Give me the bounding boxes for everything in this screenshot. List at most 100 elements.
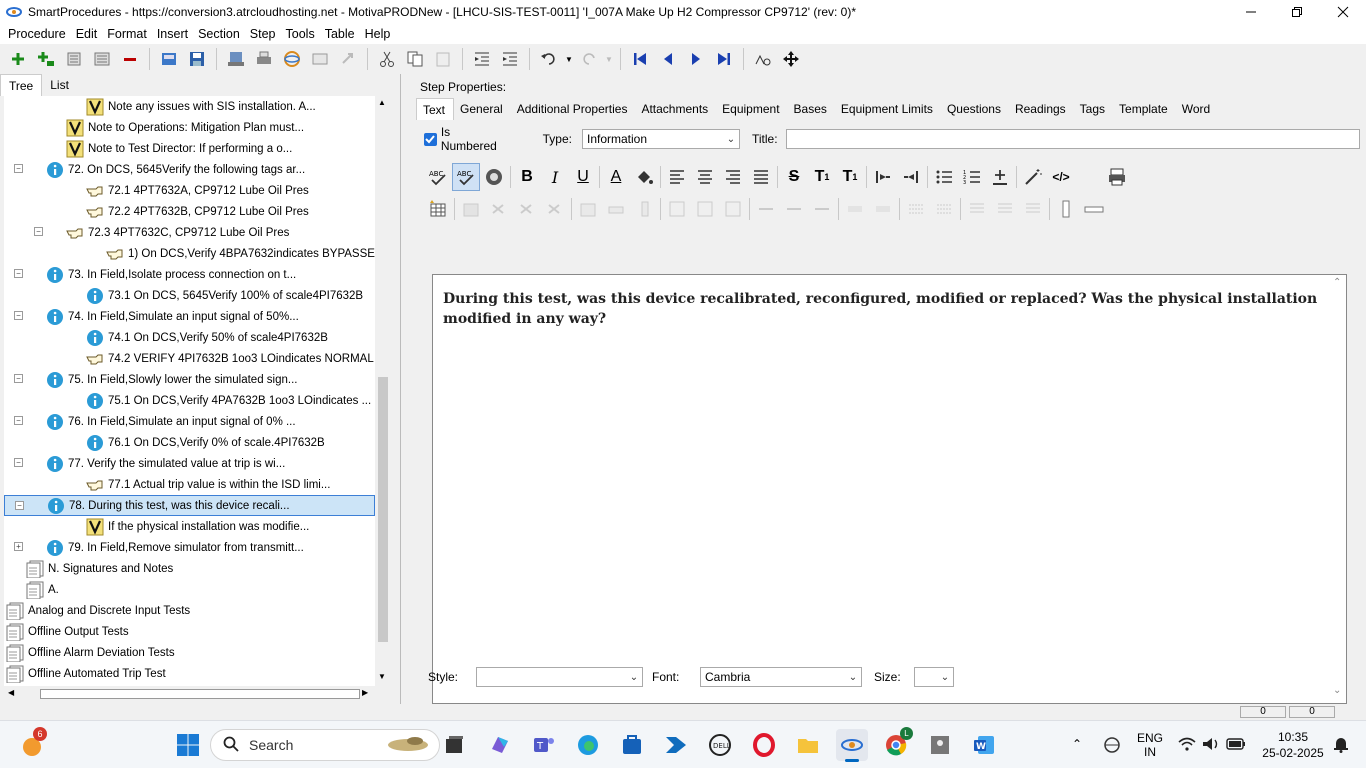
decrease-indent-icon[interactable] [897, 163, 925, 191]
tab-equipment[interactable]: Equipment [716, 98, 787, 120]
horizontal-rule-icon[interactable] [1080, 195, 1108, 223]
tab-additional-properties[interactable]: Additional Properties [511, 98, 636, 120]
collapse-icon[interactable]: − [14, 164, 23, 173]
tree-item[interactable]: 75.1 On DCS,Verify 4PA7632B 1oo3 LOindic… [72, 390, 371, 411]
previous-step-icon[interactable] [654, 46, 682, 72]
editor-scrollbar[interactable]: ⌃ ⌄ [1330, 275, 1346, 703]
tree-item[interactable]: 72.1 4PT7632A, CP9712 Lube Oil Pres [72, 180, 309, 201]
tree-item[interactable]: − 73. In Field,Isolate process connection… [14, 264, 296, 285]
insert-column-after-icon[interactable] [691, 195, 719, 223]
open-icon[interactable] [155, 46, 183, 72]
find-replace-icon[interactable] [749, 46, 777, 72]
scroll-right-icon[interactable]: ▶ [362, 688, 368, 697]
style-select[interactable]: ⌄ [476, 667, 643, 687]
dell-icon[interactable]: DELL [704, 729, 736, 761]
italic-icon[interactable]: I [541, 163, 569, 191]
color-wheel-icon[interactable] [480, 163, 508, 191]
tab-list[interactable]: List [42, 74, 77, 96]
task-view-icon[interactable] [438, 729, 470, 761]
move-icon[interactable] [777, 46, 805, 72]
indent-icon[interactable] [496, 46, 524, 72]
wifi-icon[interactable] [1178, 737, 1196, 754]
chevron-up-icon[interactable]: ⌃ [1333, 277, 1341, 288]
add-step-icon[interactable] [4, 46, 32, 72]
tab-tags[interactable]: Tags [1074, 98, 1113, 120]
magic-wand-icon[interactable] [1019, 163, 1047, 191]
menu-tools[interactable]: Tools [281, 27, 320, 41]
underline-icon[interactable]: U [569, 163, 597, 191]
align-right-icon[interactable] [719, 163, 747, 191]
spellcheck-as-you-type-icon[interactable]: ABC [452, 163, 480, 191]
store-icon[interactable] [616, 729, 648, 761]
superscript-icon[interactable]: T1 [808, 163, 836, 191]
is-numbered-checkbox[interactable] [424, 132, 437, 146]
copilot-icon[interactable] [484, 729, 516, 761]
tree-item[interactable]: A. [12, 579, 59, 600]
expand-icon[interactable]: + [14, 542, 23, 551]
publish-icon[interactable] [222, 46, 250, 72]
scroll-up-icon[interactable]: ▲ [378, 98, 386, 107]
tree-item[interactable]: 74.1 On DCS,Verify 50% of scale4PI7632B [72, 327, 328, 348]
redo-dropdown-icon[interactable]: ▼ [603, 46, 615, 72]
font-select[interactable]: Cambria ⌄ [700, 667, 862, 687]
table-properties-icon[interactable] [457, 195, 485, 223]
spellcheck-icon[interactable]: ABC [424, 163, 452, 191]
delete-row-icon[interactable] [513, 195, 541, 223]
valign-middle-icon[interactable] [991, 195, 1019, 223]
undo-icon[interactable] [535, 46, 563, 72]
delete-table-icon[interactable] [485, 195, 513, 223]
print-preview-icon[interactable] [1103, 163, 1131, 191]
collapse-icon[interactable]: − [14, 458, 23, 467]
word-icon[interactable]: W [968, 729, 1000, 761]
cell-properties-icon[interactable] [574, 195, 602, 223]
tree-item[interactable]: − 76. In Field,Simulate an input signal o… [14, 411, 296, 432]
column-width-icon[interactable] [869, 195, 897, 223]
menu-format[interactable]: Format [102, 27, 152, 41]
row-properties-icon[interactable] [602, 195, 630, 223]
menu-insert[interactable]: Insert [152, 27, 193, 41]
tree-item[interactable]: 76.1 On DCS,Verify 0% of scale.4PI7632B [72, 432, 325, 453]
globe-icon[interactable] [278, 46, 306, 72]
html-source-icon[interactable]: </> [1047, 163, 1075, 191]
power-automate-icon[interactable] [660, 729, 692, 761]
font-color-icon[interactable]: A [602, 163, 630, 191]
align-left-icon[interactable] [663, 163, 691, 191]
chrome-icon[interactable]: L [880, 727, 913, 761]
list-icon[interactable] [60, 46, 88, 72]
weather-widget-icon[interactable]: 6 [16, 727, 48, 761]
add-substep-icon[interactable] [32, 46, 60, 72]
tree-item[interactable]: 77.1 Actual trip value is within the ISD… [72, 474, 330, 495]
menu-help[interactable]: Help [360, 27, 396, 41]
tab-word[interactable]: Word [1176, 98, 1218, 120]
battery-icon[interactable] [1226, 738, 1246, 753]
close-button[interactable] [1320, 0, 1366, 24]
language-indicator[interactable]: ENG IN [1136, 731, 1164, 759]
restore-button[interactable] [1274, 0, 1320, 24]
tree-item[interactable]: +79. In Field,Remove simulator from tran… [14, 537, 304, 558]
tree-item[interactable]: 72.2 4PT7632B, CP9712 Lube Oil Pres [72, 201, 309, 222]
teams-icon[interactable]: T [528, 729, 560, 761]
menu-section[interactable]: Section [193, 27, 245, 41]
title-input[interactable] [785, 129, 1360, 149]
valign-bottom-icon[interactable] [1019, 195, 1047, 223]
tree-horizontal-scrollbar[interactable]: ◀ ▶ [4, 686, 375, 702]
tree-item[interactable]: 74.2 VERIFY 4PI7632B 1oo3 LOindicates NO… [72, 348, 374, 369]
opera-icon[interactable] [748, 729, 780, 761]
tab-readings[interactable]: Readings [1009, 98, 1074, 120]
table-borders-icon[interactable] [902, 195, 930, 223]
list-edit-icon[interactable] [88, 46, 116, 72]
tree-item[interactable]: Note to Test Director: If performing a o… [52, 138, 292, 159]
split-cell-icon[interactable] [808, 195, 836, 223]
tree-item[interactable]: +Offline Output Tests [4, 621, 129, 642]
tree-item[interactable]: − 75. In Field,Slowly lower the simulated… [14, 369, 297, 390]
tree-item[interactable]: − 77. Verify the simulated value at trip … [14, 453, 285, 474]
tree-item[interactable]: − 72.3 4PT7632C, CP9712 Lube Oil Pres [34, 222, 289, 243]
file-explorer-icon[interactable] [792, 729, 824, 761]
merge-cells-icon[interactable] [719, 195, 747, 223]
tab-template[interactable]: Template [1113, 98, 1176, 120]
print-icon[interactable] [250, 46, 278, 72]
insert-table-icon[interactable] [424, 195, 452, 223]
size-select[interactable]: ⌄ [914, 667, 954, 687]
menu-step[interactable]: Step [245, 27, 281, 41]
tree-item[interactable]: 1) On DCS,Verify 4BPA7632indicates BYPAS… [92, 243, 375, 264]
